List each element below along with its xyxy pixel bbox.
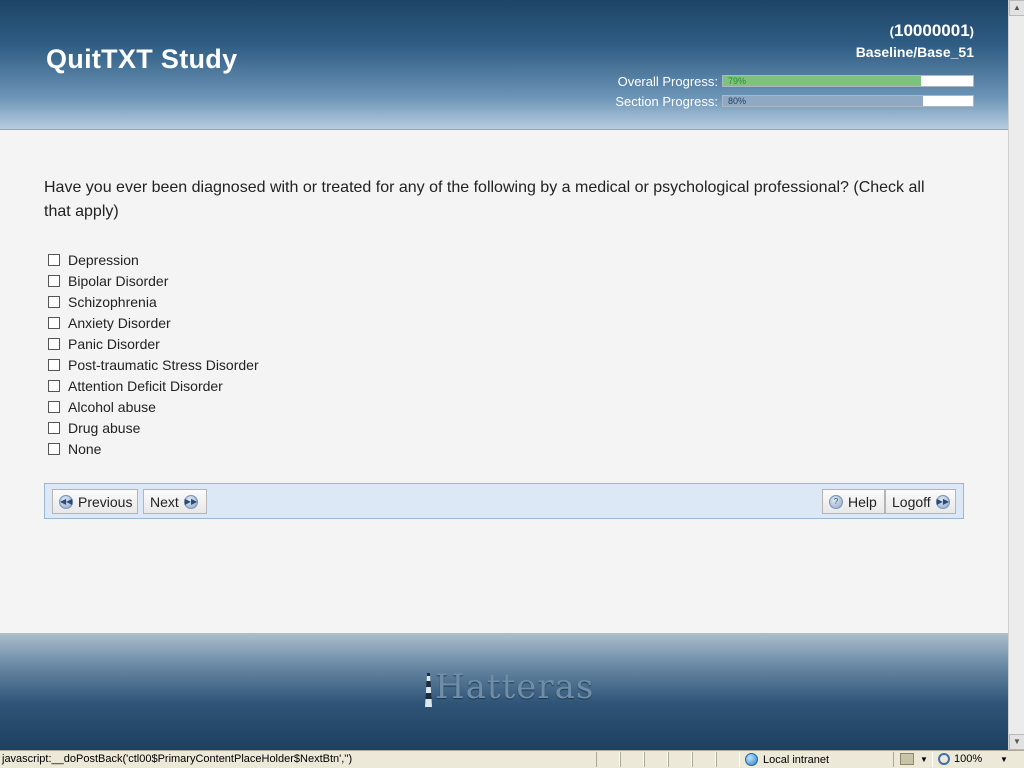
overall-progress-fill — [723, 76, 921, 86]
status-panel — [644, 752, 668, 767]
option-label[interactable]: Panic Disorder — [68, 336, 160, 352]
overall-progress-percent: 79% — [728, 76, 747, 86]
help-button-label: Help — [848, 493, 877, 510]
overall-progress-bar: 79% — [722, 75, 974, 87]
scroll-up-arrow-icon[interactable]: ▲ — [1009, 0, 1024, 16]
page-header: QuitTXT Study (10000001) Baseline/Base_5… — [0, 0, 1008, 130]
list-item: Attention Deficit Disorder — [48, 375, 259, 396]
fast-forward-icon: ▶▶ — [183, 494, 198, 509]
option-label[interactable]: Schizophrenia — [68, 294, 157, 310]
zoom-control[interactable]: 100% — [938, 753, 982, 765]
previous-button-label: Previous — [78, 493, 133, 510]
section-progress-percent: 80% — [728, 96, 747, 106]
section-progress-label: Section Progress: — [615, 93, 718, 109]
question-mark-icon: ? — [829, 494, 843, 509]
option-checkbox[interactable] — [48, 295, 60, 308]
app-title: QuitTXT Study — [46, 44, 238, 74]
zoom-level: 100% — [954, 753, 983, 765]
option-label[interactable]: Anxiety Disorder — [68, 315, 171, 331]
chevron-down-icon[interactable]: ▼ — [920, 755, 928, 764]
option-checkbox[interactable] — [48, 379, 60, 392]
list-item: Panic Disorder — [48, 333, 259, 354]
status-panel — [692, 752, 716, 767]
overall-progress: Overall Progress: 79% — [617, 73, 974, 89]
next-button[interactable]: Next ▶▶ — [143, 489, 207, 514]
list-item: Anxiety Disorder — [48, 312, 259, 333]
section-progress-fill — [723, 96, 923, 106]
navigation-bar: ◀◀ Previous Next ▶▶ ? Help Logoff ▶▶ — [44, 483, 964, 519]
next-button-label: Next — [150, 493, 179, 510]
list-item: Depression — [48, 249, 259, 270]
option-checkbox[interactable] — [48, 337, 60, 350]
option-checkbox[interactable] — [48, 274, 60, 287]
status-panel — [620, 752, 644, 767]
option-label[interactable]: Post-traumatic Stress Disorder — [68, 357, 259, 373]
logoff-button[interactable]: Logoff ▶▶ — [885, 489, 956, 514]
option-label[interactable]: Bipolar Disorder — [68, 273, 168, 289]
option-checkbox[interactable] — [48, 421, 60, 434]
option-label[interactable]: None — [68, 441, 101, 457]
option-label[interactable]: Attention Deficit Disorder — [68, 378, 223, 394]
option-checkbox[interactable] — [48, 316, 60, 329]
option-label[interactable]: Depression — [68, 252, 139, 268]
intranet-globe-icon — [745, 753, 758, 766]
participant-id: (10000001) — [890, 21, 974, 41]
vertical-scrollbar[interactable]: ▲ ▼ — [1008, 0, 1024, 750]
option-checkbox[interactable] — [48, 253, 60, 266]
status-panel — [716, 752, 740, 767]
lighthouse-icon — [425, 673, 432, 707]
list-item: None — [48, 438, 259, 459]
overall-progress-label: Overall Progress: — [617, 73, 718, 89]
previous-button[interactable]: ◀◀ Previous — [52, 489, 138, 514]
security-zone[interactable]: Local intranet — [745, 753, 829, 766]
option-label[interactable]: Drug abuse — [68, 420, 140, 436]
option-checkbox[interactable] — [48, 442, 60, 455]
rewind-icon: ◀◀ — [59, 494, 73, 509]
page-footer: Hatteras — [0, 633, 1008, 750]
status-text: javascript:__doPostBack('ctl00$PrimaryCo… — [2, 753, 353, 765]
list-item: Schizophrenia — [48, 291, 259, 312]
hatteras-logo-text: Hatteras — [435, 667, 595, 707]
section-progress: Section Progress: 80% — [615, 93, 974, 109]
security-zone-label: Local intranet — [763, 753, 830, 766]
hatteras-logo: Hatteras — [424, 667, 594, 707]
participant-id-value: 10000001 — [894, 21, 970, 40]
magnifier-icon — [938, 753, 950, 765]
fast-forward-icon: ▶▶ — [935, 494, 950, 509]
option-checkbox[interactable] — [48, 400, 60, 413]
list-item: Post-traumatic Stress Disorder — [48, 354, 259, 375]
list-item: Bipolar Disorder — [48, 270, 259, 291]
scroll-down-arrow-icon[interactable]: ▼ — [1009, 734, 1024, 750]
browser-status-bar: javascript:__doPostBack('ctl00$PrimaryCo… — [0, 750, 1024, 768]
help-button[interactable]: ? Help — [822, 489, 885, 514]
protected-mode-icon[interactable] — [900, 753, 914, 765]
logoff-button-label: Logoff — [892, 493, 931, 510]
chevron-down-icon[interactable]: ▼ — [1000, 755, 1008, 764]
status-panel — [596, 752, 620, 767]
main-content: Have you ever been diagnosed with or tre… — [0, 131, 1008, 633]
option-label[interactable]: Alcohol abuse — [68, 399, 156, 415]
paren-close: ) — [969, 24, 974, 39]
answer-options: Depression Bipolar Disorder Schizophrenia A… — [48, 249, 259, 459]
list-item: Alcohol abuse — [48, 396, 259, 417]
list-item: Drug abuse — [48, 417, 259, 438]
status-panel — [668, 752, 692, 767]
section-progress-bar: 80% — [722, 95, 974, 107]
option-checkbox[interactable] — [48, 358, 60, 371]
question-text: Have you ever been diagnosed with or tre… — [44, 179, 925, 220]
survey-page-id: Baseline/Base_51 — [855, 44, 974, 60]
